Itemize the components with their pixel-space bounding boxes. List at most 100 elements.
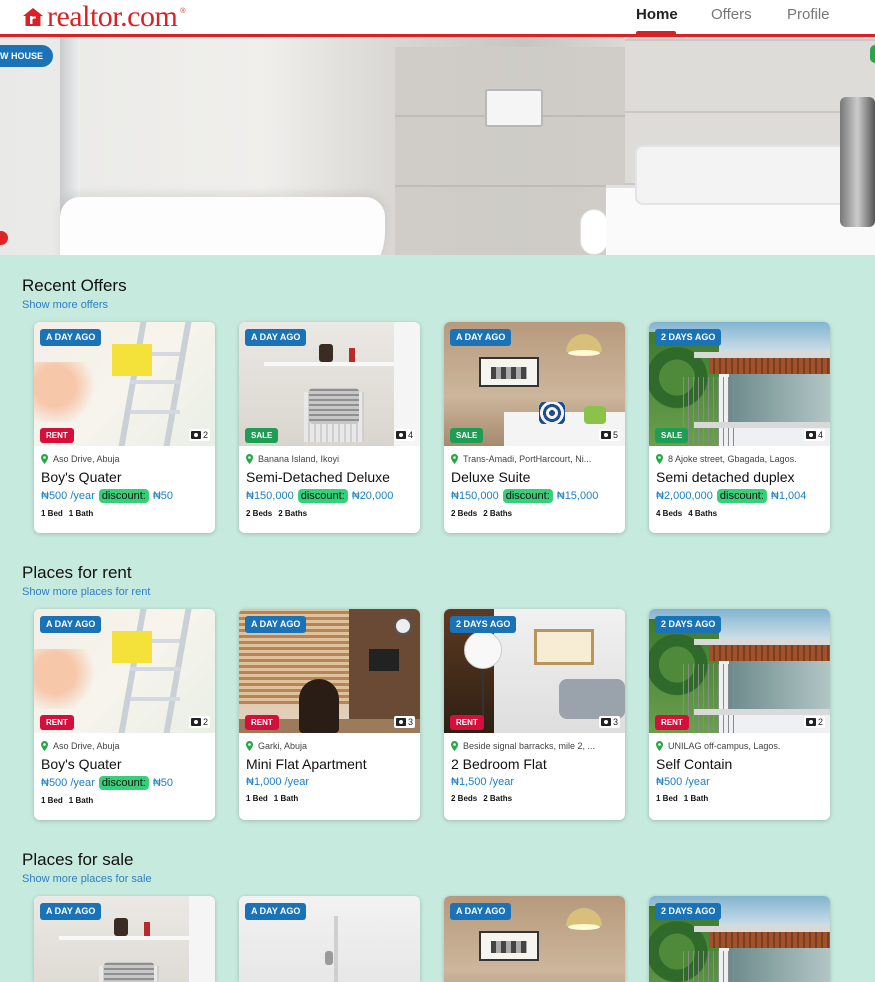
listing-location: 8 Ajoke street, Gbagada, Lagos. (656, 454, 826, 464)
photo-count: 2 (803, 716, 825, 728)
photo-count: 3 (393, 716, 415, 728)
time-badge: 2 DAYS AGO (655, 903, 722, 920)
listing-card[interactable]: A DAY AGO RENT 2 Aso Drive, Abuja Boy's … (34, 322, 215, 533)
listing-type-badge: SALE (245, 428, 279, 443)
listing-card[interactable]: 2 DAYS AGO RENT 3 Beside signal barracks… (444, 609, 625, 820)
location-pin-icon (41, 454, 48, 464)
listing-card[interactable]: 2 DAYS AGO (649, 896, 830, 982)
photo-figurine (114, 918, 128, 936)
time-badge: 2 DAYS AGO (655, 616, 722, 633)
photo-count-value: 3 (407, 717, 413, 727)
photo-figurine (319, 344, 333, 362)
listing-photo[interactable]: A DAY AGO (239, 896, 420, 982)
listing-photo[interactable]: A DAY AGO RENT 3 (239, 609, 420, 733)
listing-title[interactable]: Boy's Quater (41, 756, 211, 772)
photo-ladder-rail (161, 609, 193, 733)
photo-building-slab (694, 709, 830, 715)
hero-banner[interactable]: W HOUSE (0, 37, 875, 255)
photo-wood-soffit (709, 358, 830, 374)
listing-title[interactable]: 2 Bedroom Flat (451, 756, 621, 772)
listing-location: Garki, Abuja (246, 741, 416, 751)
listing-type-badge: RENT (655, 715, 689, 730)
photo-lamp (309, 388, 359, 424)
listing-title[interactable]: Semi-Detached Deluxe (246, 469, 416, 485)
photo-count: 4 (393, 429, 415, 441)
camera-icon (395, 431, 406, 439)
listing-card[interactable]: A DAY AGO SALE 5 Trans-Amadi, PortHarcou… (444, 322, 625, 533)
listing-card[interactable]: 2 DAYS AGO SALE 4 8 Ajoke street, Gbagad… (649, 322, 830, 533)
hero-carousel-dot[interactable] (0, 231, 8, 245)
nav-offers[interactable]: Offers (711, 6, 752, 23)
beds-count: 4 Beds (656, 509, 683, 518)
baths-count: 2 Baths (483, 794, 513, 803)
photo-count-value: 5 (612, 430, 618, 440)
listing-card[interactable]: 2 DAYS AGO RENT 2 UNILAG off-campus, Lag… (649, 609, 830, 820)
photo-glass-facade (729, 948, 830, 982)
listing-price: ₦150,000 (246, 490, 294, 502)
price-row: ₦2,000,000 discount: ₦1,004 (656, 489, 826, 503)
beds-count: 1 Bed (41, 796, 63, 805)
photo-chair (299, 679, 339, 733)
photo-pendant-light (568, 924, 600, 930)
listing-title[interactable]: Semi detached duplex (656, 469, 826, 485)
nav-home[interactable]: Home (636, 6, 678, 23)
hero-status-indicator (870, 45, 875, 63)
beds-count: 2 Beds (451, 509, 478, 518)
show-more-rent-link[interactable]: Show more places for rent (22, 586, 150, 598)
listing-title[interactable]: Boy's Quater (41, 469, 211, 485)
hero-flush-panel (485, 89, 543, 127)
listing-photo[interactable]: A DAY AGO SALE 4 (239, 322, 420, 446)
listing-title[interactable]: Self Contain (656, 756, 826, 772)
camera-icon (395, 718, 406, 726)
time-badge: A DAY AGO (245, 329, 307, 346)
photo-shower-head (325, 951, 333, 965)
photo-pendant-light (568, 350, 600, 356)
top-header: realtor.com ® Home Offers Profile (0, 0, 875, 38)
photo-floor-lamp (464, 631, 502, 669)
photo-splash (34, 649, 104, 709)
listing-card[interactable]: A DAY AGO RENT 3 Garki, Abuja Mini Flat … (239, 609, 420, 820)
photo-ladder-rail (116, 322, 148, 446)
listing-card[interactable]: A DAY AGO (34, 896, 215, 982)
bed-bath-info: 2 Beds 2 Baths (451, 794, 621, 803)
listing-photo[interactable]: 2 DAYS AGO RENT 3 (444, 609, 625, 733)
listing-photo[interactable]: A DAY AGO RENT 2 (34, 322, 215, 446)
photo-window (189, 896, 215, 982)
show-more-sale-link[interactable]: Show more places for sale (22, 873, 152, 885)
location-pin-icon (246, 454, 253, 464)
listing-photo[interactable]: A DAY AGO (34, 896, 215, 982)
listing-card[interactable]: A DAY AGO SALE 4 Banana Island, Ikoyi Se… (239, 322, 420, 533)
discount-label: discount: (297, 489, 348, 503)
photo-building-slab (694, 422, 830, 428)
listing-photo[interactable]: 2 DAYS AGO RENT 2 (649, 609, 830, 733)
photo-shelf (59, 936, 189, 940)
listing-photo[interactable]: 2 DAYS AGO SALE 4 (649, 322, 830, 446)
listing-price: ₦2,000,000 (656, 490, 713, 502)
photo-count: 4 (803, 429, 825, 441)
photo-sofa (559, 679, 625, 719)
listing-photo[interactable]: A DAY AGO SALE 5 (444, 322, 625, 446)
show-more-offers-link[interactable]: Show more offers (22, 299, 108, 311)
photo-paint-bucket (112, 344, 152, 376)
camera-icon (805, 718, 816, 726)
photo-wood-soffit (709, 932, 830, 948)
nav-profile[interactable]: Profile (787, 6, 830, 23)
listing-card[interactable]: A DAY AGO (239, 896, 420, 982)
bed-bath-info: 2 Beds 2 Baths (451, 509, 621, 518)
hero-sink (635, 145, 865, 205)
photo-count: 5 (598, 429, 620, 441)
section-title-recent-offers: Recent Offers (22, 276, 127, 295)
listing-title[interactable]: Deluxe Suite (451, 469, 621, 485)
bed-bath-info: 2 Beds 2 Baths (246, 509, 416, 518)
discount-value: ₦1,004 (770, 490, 807, 502)
listing-card[interactable]: A DAY AGO RENT 2 Aso Drive, Abuja Boy's … (34, 609, 215, 820)
baths-count: 1 Bath (273, 794, 299, 803)
listing-card[interactable]: A DAY AGO (444, 896, 625, 982)
listing-photo[interactable]: 2 DAYS AGO (649, 896, 830, 982)
listing-photo[interactable]: A DAY AGO RENT 2 (34, 609, 215, 733)
listing-price: ₦500 /year (41, 490, 95, 502)
listing-title[interactable]: Mini Flat Apartment (246, 756, 416, 772)
listing-photo[interactable]: A DAY AGO (444, 896, 625, 982)
photo-count-value: 4 (407, 430, 413, 440)
beds-count: 1 Bed (246, 794, 268, 803)
